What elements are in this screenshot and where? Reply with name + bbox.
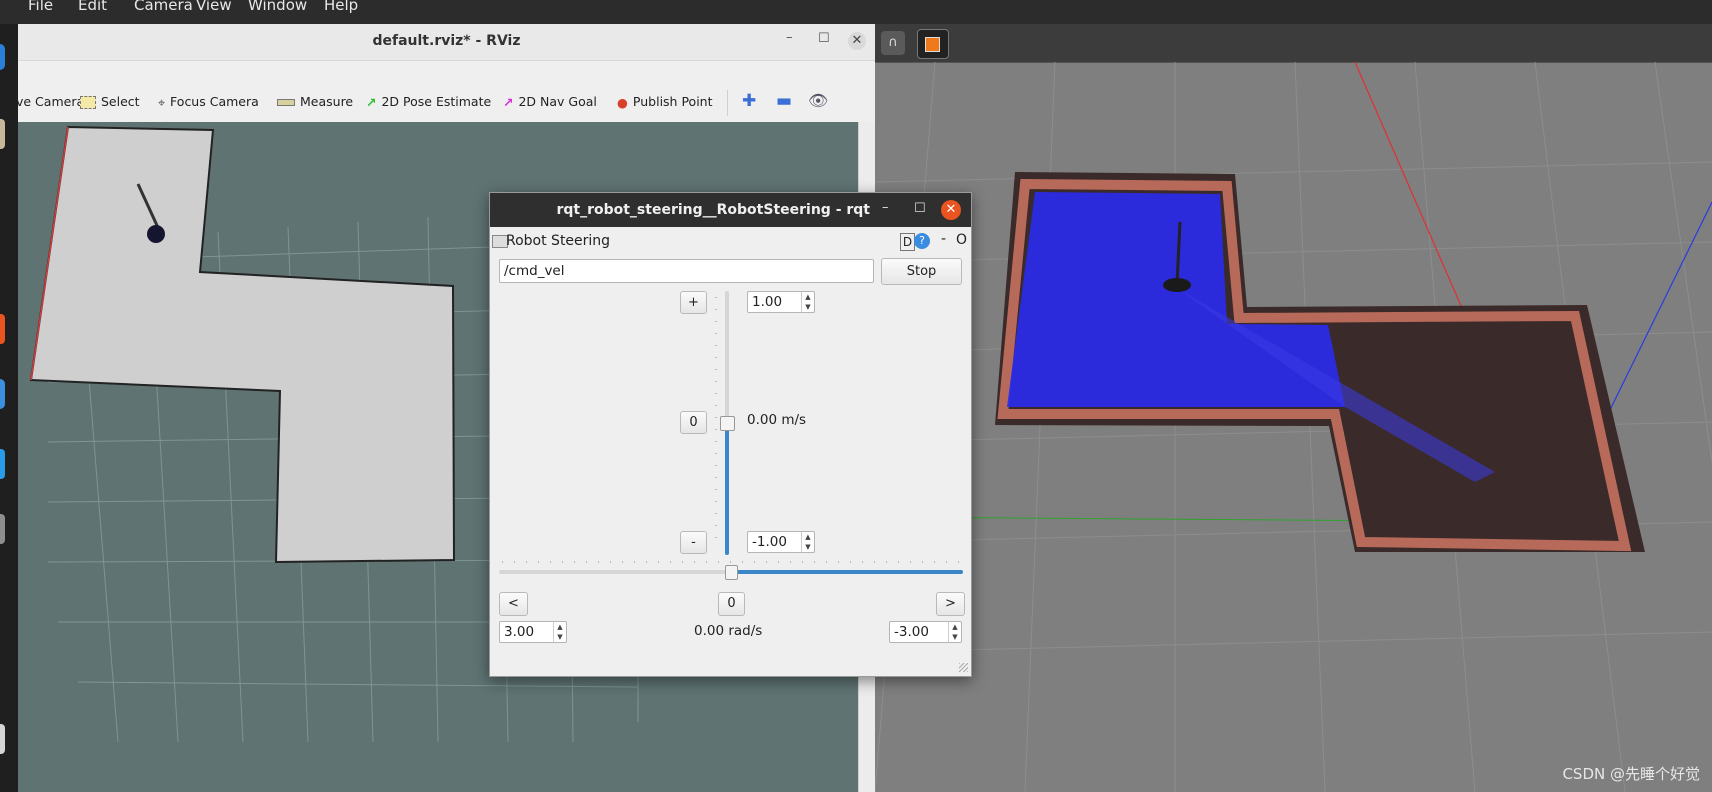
tool-label: Focus Camera — [170, 94, 259, 109]
dock-app-icon[interactable] — [0, 379, 5, 409]
stop-button[interactable]: Stop — [881, 258, 962, 285]
rqt-window-title: rqt_robot_steering__RobotSteering - rqt — [556, 202, 870, 218]
menu-file[interactable]: File — [28, 0, 53, 14]
close-icon[interactable]: ✕ — [941, 200, 961, 220]
angular-min-value: -3.00 — [894, 624, 929, 640]
rviz-window-title: default.rviz* - RViz — [372, 33, 521, 49]
gazebo-3d-view[interactable]: ∩ CSDN @先睡个好觉 — [875, 24, 1712, 792]
linear-max-spinbox[interactable]: 1.00 ▲ ▼ — [747, 291, 815, 313]
menu-help[interactable]: Help — [324, 0, 358, 14]
pose-estimate-arrow-icon: ↗ — [366, 95, 377, 110]
zero-linear-button[interactable]: 0 — [680, 411, 707, 434]
minimize-icon[interactable]: – — [786, 30, 793, 45]
menu-window[interactable]: Window — [248, 0, 307, 14]
rqt-title-bar: rqt_robot_steering__RobotSteering - rqt … — [490, 193, 971, 227]
minimize-icon[interactable]: – — [882, 200, 889, 215]
plugin-close-button[interactable]: O — [956, 232, 967, 248]
spin-arrows-icon[interactable]: ▲ ▼ — [801, 532, 814, 552]
angular-velocity-readout: 0.00 rad/s — [694, 623, 763, 639]
tool-select[interactable]: Select — [80, 94, 140, 109]
gazebo-scene — [875, 62, 1712, 792]
resize-grip-icon[interactable] — [959, 663, 968, 672]
decrease-linear-button[interactable]: - — [680, 531, 707, 554]
box-view-icon[interactable] — [917, 29, 949, 59]
plugin-minimize-button[interactable]: - — [941, 231, 946, 247]
dock-app-icon[interactable] — [0, 44, 5, 70]
dock-app-icon[interactable] — [0, 449, 5, 479]
launcher-dock — [0, 24, 18, 792]
measure-icon — [277, 99, 295, 106]
angular-max-spinbox[interactable]: 3.00 ▲ ▼ — [499, 621, 567, 643]
linear-max-value: 1.00 — [752, 294, 783, 310]
turn-right-button[interactable]: > — [936, 592, 965, 616]
map-pin-icon: ● — [617, 95, 628, 110]
tool-label: Publish Point — [632, 94, 713, 109]
maximize-icon[interactable]: ☐ — [914, 201, 926, 216]
angular-min-spinbox[interactable]: -3.00 ▲ ▼ — [889, 621, 962, 643]
plugin-title: Robot Steering — [506, 233, 611, 249]
spin-arrows-icon[interactable]: ▲ ▼ — [948, 622, 961, 642]
rviz-toolbar: ve Camera Select ⌖ Focus Camera Measure ↗… — [16, 84, 875, 123]
robot-base — [1163, 278, 1191, 292]
tool-2d-pose-estimate[interactable]: ↗ 2D Pose Estimate — [366, 94, 491, 110]
linear-slider-track[interactable] — [720, 291, 735, 555]
focus-camera-icon: ⌖ — [158, 94, 166, 110]
remove-tool-icon[interactable]: ▬ — [776, 91, 792, 111]
rviz-title-bar: default.rviz* - RViz – ☐ ✕ — [18, 24, 875, 61]
menu-view[interactable]: View — [196, 0, 232, 14]
angular-slider-ticks — [502, 561, 960, 563]
menu-edit[interactable]: Edit — [78, 0, 107, 14]
nav-goal-arrow-icon: ↗ — [503, 95, 514, 110]
linear-slider-handle[interactable] — [720, 416, 735, 431]
dock-app-icon[interactable] — [0, 724, 5, 754]
spin-arrows-icon[interactable]: ▲ ▼ — [801, 292, 814, 312]
tool-publish-point[interactable]: ● Publish Point — [617, 94, 713, 110]
add-tool-icon[interactable]: ✚ — [742, 91, 756, 111]
magnet-icon[interactable]: ∩ — [881, 31, 905, 55]
linear-min-value: -1.00 — [752, 534, 787, 550]
angular-slider-track[interactable] — [499, 565, 963, 580]
robot-marker — [147, 225, 165, 243]
eye-icon[interactable]: 👁 — [808, 91, 828, 110]
dock-app-icon[interactable] — [0, 514, 5, 544]
close-icon[interactable]: ✕ — [848, 32, 866, 50]
top-menu-bar: File Edit Camera View Window Help — [0, 0, 1712, 24]
tool-2d-nav-goal[interactable]: ↗ 2D Nav Goal — [503, 94, 597, 110]
turn-left-button[interactable]: < — [499, 592, 528, 616]
toolbar-divider — [727, 90, 728, 116]
dock-app-icon[interactable] — [0, 119, 5, 149]
angular-max-value: 3.00 — [504, 624, 535, 640]
zero-angular-button[interactable]: 0 — [718, 592, 745, 616]
occupancy-map — [29, 125, 456, 564]
maximize-icon[interactable]: ☐ — [818, 31, 830, 46]
tool-label: ve Camera — [16, 94, 85, 109]
rviz-menu-strip — [18, 61, 875, 84]
angular-slider-handle[interactable] — [725, 565, 738, 580]
tool-measure[interactable]: Measure — [277, 94, 353, 109]
tool-label: Measure — [300, 94, 354, 109]
gazebo-toolbar: ∩ — [875, 24, 1712, 63]
tool-label: Select — [101, 94, 140, 109]
angular-slider-fill — [731, 570, 963, 574]
help-icon[interactable]: ? — [914, 233, 930, 249]
linear-min-spinbox[interactable]: -1.00 ▲ ▼ — [747, 531, 815, 553]
linear-slider-ticks — [715, 297, 717, 547]
select-icon — [80, 96, 96, 109]
tool-move-camera[interactable]: ve Camera — [16, 94, 84, 109]
topic-input[interactable]: /cmd_vel — [499, 259, 874, 283]
dock-app-icon[interactable] — [0, 314, 5, 344]
tool-label: 2D Nav Goal — [518, 94, 597, 109]
linear-slider-fill — [725, 423, 729, 555]
linear-velocity-readout: 0.00 m/s — [747, 412, 807, 428]
tool-focus-camera[interactable]: ⌖ Focus Camera — [158, 94, 259, 111]
increase-linear-button[interactable]: + — [680, 291, 707, 314]
menu-camera[interactable]: Camera — [134, 0, 193, 14]
laser-scan — [1007, 192, 1345, 407]
watermark: CSDN @先睡个好觉 — [1562, 765, 1700, 783]
spin-arrows-icon[interactable]: ▲ ▼ — [553, 622, 566, 642]
tool-label: 2D Pose Estimate — [381, 94, 492, 109]
plugin-d-button[interactable]: D — [900, 233, 915, 251]
rqt-robot-steering-window: rqt_robot_steering__RobotSteering - rqt … — [489, 192, 972, 677]
